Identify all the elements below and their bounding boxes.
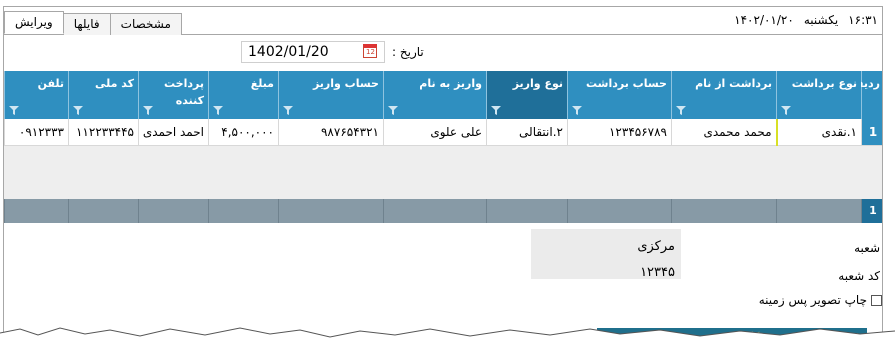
status-weekday: یکشنبه xyxy=(803,13,839,27)
filter-icon[interactable] xyxy=(9,106,19,115)
cell-national-code[interactable]: ۱۱۲۲۳۳۴۴۵ xyxy=(68,119,139,146)
col-header-label: حساب برداشت xyxy=(586,77,667,90)
summary-cell xyxy=(138,199,208,223)
col-header-deposit-type[interactable]: نوع واریز xyxy=(486,71,568,119)
print-background-checkbox[interactable]: چاپ تصویر پس زمینه xyxy=(759,293,882,307)
cell-withdraw-type[interactable]: ۱.نقدی xyxy=(775,119,862,146)
date-row: تاریخ : 1402/01/20 12 xyxy=(4,35,882,71)
calendar-icon-day: 12 xyxy=(366,48,375,56)
torn-edge xyxy=(0,327,895,354)
branch-label: شعبه xyxy=(854,241,880,255)
col-header-label: واریز به نام xyxy=(419,77,482,90)
filter-icon[interactable] xyxy=(491,106,501,115)
col-header-row-number[interactable]: ردیف xyxy=(851,71,882,119)
summary-cell xyxy=(776,199,861,223)
cell-deposit-account[interactable]: ۹۸۷۶۵۴۳۲۱ xyxy=(278,119,384,146)
col-header-label: نوع واریز xyxy=(512,77,563,90)
col-header-withdraw-type[interactable]: نوع برداشت xyxy=(776,71,862,119)
summary-cell xyxy=(486,199,567,223)
col-header-label: حساب واریز xyxy=(312,77,379,90)
date-label: تاریخ : xyxy=(392,45,424,59)
app-window: ویرایش فایلها مشخصات ۱۶:۳۱ یکشنبه ۱۴۰۲/۰۱/… xyxy=(3,6,883,346)
filter-icon[interactable] xyxy=(143,106,153,115)
branch-code-label: کد شعبه xyxy=(838,269,880,283)
col-header-withdraw-name[interactable]: برداشت از نام xyxy=(671,71,777,119)
summary-cell xyxy=(671,199,776,223)
summary-row-number: 1 xyxy=(861,199,882,223)
col-header-label: تلفن xyxy=(37,77,64,90)
status-date: ۱۴۰۲/۰۱/۲۰ xyxy=(734,13,794,27)
checkbox-box[interactable] xyxy=(871,294,882,306)
col-header-amount[interactable]: مبلغ xyxy=(208,71,279,119)
col-header-withdraw-account[interactable]: حساب برداشت xyxy=(567,71,672,119)
calendar-icon[interactable]: 12 xyxy=(363,44,377,58)
filter-icon[interactable] xyxy=(572,106,582,115)
status-time: ۱۶:۳۱ xyxy=(848,13,878,27)
grid-summary-bar: 1 xyxy=(4,199,882,223)
summary-cell xyxy=(4,199,68,223)
col-header-label: کد ملی xyxy=(94,77,134,90)
col-header-label: پرداخت کننده xyxy=(164,77,204,107)
transactions-grid: ردیف نوع برداشت برداشت از نام حساب برداش… xyxy=(4,71,882,199)
col-header-national-code[interactable]: کد ملی xyxy=(68,71,139,119)
filter-icon[interactable] xyxy=(283,106,293,115)
status-datetime: ۱۶:۳۱ یکشنبه ۱۴۰۲/۰۱/۲۰ xyxy=(724,13,878,27)
summary-cell xyxy=(567,199,671,223)
col-header-phone[interactable]: تلفن xyxy=(4,71,69,119)
filter-icon[interactable] xyxy=(213,106,223,115)
tab-details[interactable]: مشخصات xyxy=(109,13,182,35)
col-header-payer[interactable]: پرداخت کننده xyxy=(138,71,209,119)
cell-withdraw-account[interactable]: ۱۲۳۴۵۶۷۸۹ xyxy=(567,119,672,146)
cell-deposit-type[interactable]: ۲.انتقالی xyxy=(486,119,568,146)
filter-icon[interactable] xyxy=(388,106,398,115)
cell-payer[interactable]: احمد احمدی xyxy=(138,119,209,146)
col-header-deposit-account[interactable]: حساب واریز xyxy=(278,71,384,119)
header-row: ردیف نوع برداشت برداشت از نام حساب برداش… xyxy=(4,71,882,119)
summary-cell xyxy=(383,199,486,223)
col-header-label: برداشت از نام xyxy=(695,77,772,90)
branch-code-value: ۱۲۳۴۵ xyxy=(640,265,675,280)
top-bar: ویرایش فایلها مشخصات ۱۶:۳۱ یکشنبه ۱۴۰۲/۰۱/… xyxy=(4,7,882,35)
col-header-label: نوع برداشت xyxy=(791,77,857,90)
cell-withdraw-name[interactable]: محمد محمدی xyxy=(671,119,777,146)
tab-strip: ویرایش فایلها مشخصات xyxy=(4,11,182,35)
branch-value: مرکزی xyxy=(637,239,675,254)
table-row[interactable]: 1 ۱.نقدی محمد محمدی ۱۲۳۴۵۶۷۸۹ ۲.انتقالی … xyxy=(4,119,882,146)
summary-cell xyxy=(208,199,278,223)
row-number-cell[interactable]: 1 xyxy=(861,119,882,146)
col-header-label: مبلغ xyxy=(250,77,274,90)
filter-icon[interactable] xyxy=(73,106,83,115)
summary-cell xyxy=(278,199,383,223)
filter-icon[interactable] xyxy=(781,106,791,115)
cell-amount[interactable]: ۴,۵۰۰,۰۰۰ xyxy=(208,119,279,146)
print-background-label: چاپ تصویر پس زمینه xyxy=(758,293,867,307)
cell-phone[interactable]: ۰۹۱۲۳۳۳ xyxy=(4,119,69,146)
summary-cell xyxy=(68,199,138,223)
branch-info-box: مرکزی ۱۲۳۴۵ xyxy=(531,229,681,280)
transactions-table: ردیف نوع برداشت برداشت از نام حساب برداش… xyxy=(4,71,882,146)
col-header-deposit-name[interactable]: واریز به نام xyxy=(383,71,487,119)
tab-files[interactable]: فایلها xyxy=(62,13,111,35)
tab-edit[interactable]: ویرایش xyxy=(4,11,64,34)
filter-icon[interactable] xyxy=(676,106,686,115)
cell-deposit-name[interactable]: علی علوی xyxy=(383,119,487,146)
